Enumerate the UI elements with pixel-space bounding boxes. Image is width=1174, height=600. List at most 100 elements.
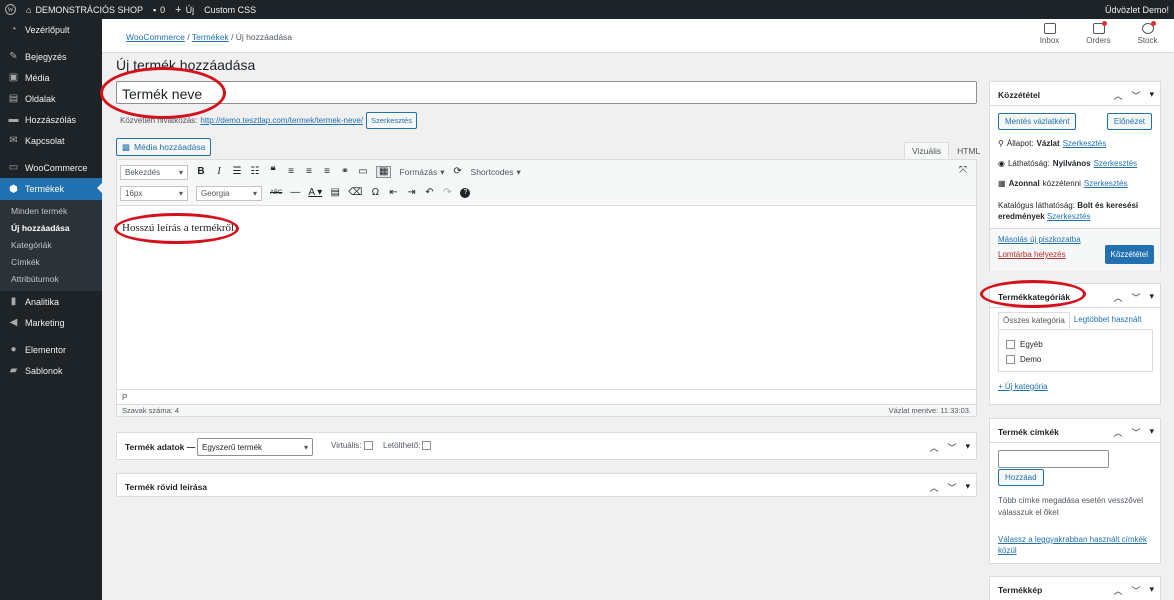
wordpress-logo-icon[interactable]: W xyxy=(0,0,21,19)
special-character-icon[interactable]: Ω xyxy=(370,188,380,198)
visibility-edit-link[interactable]: Szerkesztés xyxy=(1094,159,1138,168)
menu-comments[interactable]: ▬ Hozzászólás xyxy=(0,109,102,130)
menu-marketing[interactable]: ◀ Marketing xyxy=(0,312,102,333)
catalog-edit-link[interactable]: Szerkesztés xyxy=(1047,212,1091,221)
inbox-button[interactable]: Inbox xyxy=(1025,23,1074,45)
category-checkbox[interactable] xyxy=(1006,340,1015,349)
toggle-caret-icon[interactable]: ▾ xyxy=(1149,584,1154,597)
shortcodes-menu[interactable]: Shortcodes ▾ xyxy=(471,167,521,178)
choose-popular-tags-link[interactable]: Válassz a leggyakrabban használt címkék … xyxy=(998,534,1148,556)
chevron-down-icon[interactable]: ﹀ xyxy=(947,481,956,494)
link-icon[interactable]: ⚭ xyxy=(340,167,350,177)
add-media-button[interactable]: ▩ Média hozzáadása xyxy=(116,138,212,156)
breadcrumb-woocommerce[interactable]: WooCommerce xyxy=(126,32,185,42)
product-type-select[interactable]: Egyszerű termék ▾ xyxy=(197,438,313,456)
chevron-up-icon[interactable]: ︿ xyxy=(929,481,938,494)
submenu-categories[interactable]: Kategóriák xyxy=(0,237,102,254)
outdent-icon[interactable]: ⇤ xyxy=(388,188,398,198)
refresh-icon[interactable]: ⟳ xyxy=(453,167,463,177)
indent-icon[interactable]: ⇥ xyxy=(406,188,416,198)
chevron-up-icon[interactable]: ︿ xyxy=(1113,89,1122,102)
submenu-add-new[interactable]: Új hozzáadása xyxy=(0,220,102,237)
align-left-icon[interactable]: ≡ xyxy=(286,167,296,177)
chevron-down-icon[interactable]: ﹀ xyxy=(1131,291,1140,304)
horizontal-line-icon[interactable]: — xyxy=(290,188,300,198)
chevron-up-icon[interactable]: ︿ xyxy=(1113,291,1122,304)
stock-button[interactable]: Stock xyxy=(1123,21,1172,45)
status-edit-link[interactable]: Szerkesztés xyxy=(1063,139,1107,148)
chevron-down-icon[interactable]: ﹀ xyxy=(1131,89,1140,102)
new-content-link[interactable]: + Új xyxy=(170,0,199,19)
permalink-edit-button[interactable]: Szerkesztés xyxy=(366,112,417,129)
align-center-icon[interactable]: ≡ xyxy=(304,167,314,177)
chevron-up-icon[interactable]: ︿ xyxy=(1113,584,1122,597)
submenu-all-products[interactable]: Minden termék xyxy=(0,203,102,220)
menu-pages[interactable]: ▤ Oldalak xyxy=(0,88,102,109)
bold-icon[interactable]: B xyxy=(196,167,206,177)
orders-button[interactable]: Orders xyxy=(1074,21,1123,45)
italic-icon[interactable]: I xyxy=(214,167,224,177)
publish-button[interactable]: Közzététel xyxy=(1104,245,1154,264)
preview-button[interactable]: Előnézet xyxy=(1106,113,1152,130)
redo-icon[interactable]: ↷ xyxy=(442,188,452,198)
clear-formatting-icon[interactable]: ⌫ xyxy=(348,188,362,198)
copy-draft-link[interactable]: Másolás új piszkozatba xyxy=(998,235,1081,244)
menu-media[interactable]: ▣ Média xyxy=(0,67,102,88)
menu-posts[interactable]: ✎ Bejegyzés xyxy=(0,46,102,67)
virtual-checkbox[interactable] xyxy=(363,441,373,450)
save-draft-button[interactable]: Mentés vázlatként xyxy=(998,113,1077,130)
strikethrough-icon[interactable]: ABC xyxy=(270,190,282,196)
paragraph-format-select[interactable]: Bekezdés ▾ xyxy=(120,164,188,180)
font-family-select[interactable]: Georgia ▾ xyxy=(196,185,262,201)
toggle-caret-icon[interactable]: ▾ xyxy=(965,441,970,454)
product-title-input[interactable]: Termék neve xyxy=(116,81,977,104)
category-item[interactable]: Egyéb xyxy=(1006,340,1043,349)
toggle-caret-icon[interactable]: ▾ xyxy=(1149,291,1154,304)
schedule-edit-link[interactable]: Szerkesztés xyxy=(1084,179,1128,188)
menu-analytics[interactable]: ▮ Analitika xyxy=(0,291,102,312)
trash-link[interactable]: Lomtárba helyezés xyxy=(998,250,1066,259)
category-item[interactable]: Demo xyxy=(1006,355,1041,364)
comments-link[interactable]: ▪ 0 xyxy=(148,0,170,19)
category-checkbox[interactable] xyxy=(1006,355,1015,364)
permalink-url[interactable]: http://demo.tesztlap.com/termek/termek-n… xyxy=(200,116,363,125)
paste-text-icon[interactable]: ▤ xyxy=(330,188,340,198)
read-more-icon[interactable]: ▭ xyxy=(358,167,368,177)
blockquote-icon[interactable]: ❝ xyxy=(268,167,278,177)
font-size-select[interactable]: 16px ▾ xyxy=(120,185,188,201)
submenu-tags[interactable]: Címkék xyxy=(0,254,102,271)
breadcrumb-products[interactable]: Termékek xyxy=(192,32,229,42)
toggle-caret-icon[interactable]: ▾ xyxy=(1149,426,1154,439)
chevron-down-icon[interactable]: ﹀ xyxy=(1131,426,1140,439)
toggle-caret-icon[interactable]: ▾ xyxy=(965,481,970,494)
toggle-caret-icon[interactable]: ▾ xyxy=(1149,89,1154,102)
add-tag-button[interactable]: Hozzáad xyxy=(998,469,1044,486)
submenu-attributes[interactable]: Attribútumok xyxy=(0,271,102,288)
chevron-up-icon[interactable]: ︿ xyxy=(929,441,938,454)
custom-css-link[interactable]: Custom CSS xyxy=(199,0,261,19)
menu-contact[interactable]: ✉ Kapcsolat xyxy=(0,130,102,151)
formats-menu[interactable]: Formázás ▾ xyxy=(399,167,444,178)
fullscreen-icon[interactable]: ⤧ xyxy=(958,166,968,176)
tab-html[interactable]: HTML xyxy=(949,142,988,159)
toolbar-toggle-icon[interactable]: ▦ xyxy=(376,166,392,178)
tab-popular-categories[interactable]: Legtöbbet használt xyxy=(1070,312,1146,329)
bullet-list-icon[interactable]: ☰ xyxy=(232,167,242,177)
menu-elementor[interactable]: ● Elementor xyxy=(0,339,102,360)
add-category-link[interactable]: + Új kategória xyxy=(998,382,1048,391)
user-greeting[interactable]: Üdvözlet Demo! xyxy=(1100,0,1174,19)
downloadable-checkbox[interactable] xyxy=(422,441,432,450)
tab-all-categories[interactable]: Összes kategória xyxy=(998,312,1070,329)
help-icon[interactable]: ? xyxy=(460,188,471,198)
text-color-icon[interactable]: A ▾ xyxy=(308,188,322,198)
menu-products[interactable]: ⬢ Termékek xyxy=(0,178,102,200)
chevron-up-icon[interactable]: ︿ xyxy=(1113,426,1122,439)
menu-dashboard[interactable]: ◔ Vezérlőpult xyxy=(0,19,102,40)
tag-input[interactable] xyxy=(998,450,1109,468)
tab-visual[interactable]: Vizuális xyxy=(904,142,950,159)
align-right-icon[interactable]: ≡ xyxy=(322,167,332,177)
numbered-list-icon[interactable]: ☷ xyxy=(250,167,260,177)
undo-icon[interactable]: ↶ xyxy=(424,188,434,198)
site-name-link[interactable]: ⌂ DEMONSTRÁCIÓS SHOP xyxy=(21,0,148,19)
chevron-down-icon[interactable]: ﹀ xyxy=(947,441,956,454)
